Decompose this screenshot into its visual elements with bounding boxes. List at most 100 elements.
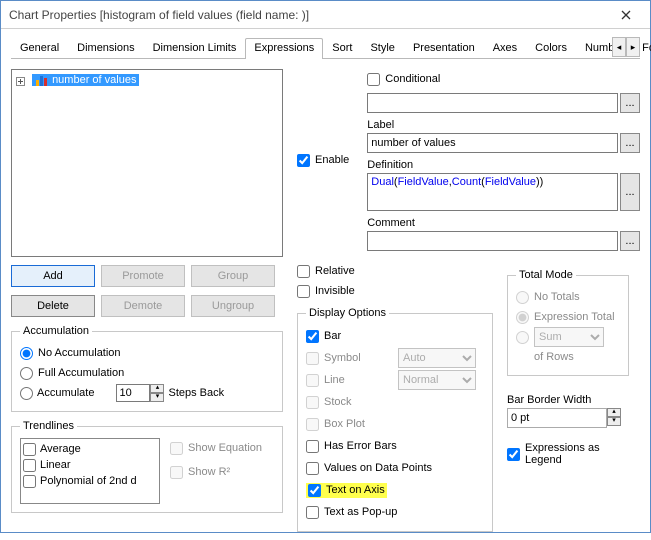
conditional-label: Conditional: [385, 73, 440, 85]
enable-label: Enable: [315, 154, 349, 166]
line-label: Line: [324, 374, 345, 386]
demote-button: Demote: [101, 295, 185, 317]
values-check[interactable]: [306, 462, 319, 475]
trend-linear-check[interactable]: [23, 459, 36, 472]
ungroup-button: Ungroup: [191, 295, 275, 317]
comment-input[interactable]: [367, 231, 618, 251]
trend-item-label: Linear: [40, 459, 71, 471]
trendlines-legend: Trendlines: [20, 420, 77, 432]
total-mode-group: Total Mode No Totals Expression Total Su…: [507, 269, 629, 376]
label-input[interactable]: [367, 133, 618, 153]
steps-down[interactable]: ▾: [150, 393, 164, 402]
text-on-axis-check[interactable]: [308, 484, 321, 497]
tab-presentation[interactable]: Presentation: [404, 38, 484, 59]
steps-back-label: Steps Back: [168, 387, 224, 399]
total-mode-legend: Total Mode: [516, 269, 576, 281]
invisible-check[interactable]: [297, 285, 310, 298]
boxplot-check: [306, 418, 319, 431]
conditional-browse[interactable]: ...: [620, 93, 640, 113]
expr-legend-check[interactable]: [507, 448, 520, 461]
tree-node[interactable]: number of values: [32, 74, 139, 86]
show-r2-check: [170, 466, 183, 479]
conditional-input[interactable]: [367, 93, 618, 113]
close-button[interactable]: [606, 5, 646, 25]
bar-check[interactable]: [306, 330, 319, 343]
tree-node-label: number of values: [52, 74, 136, 86]
show-r2-label: Show R²: [188, 466, 230, 478]
barchart-icon: [35, 74, 49, 86]
enable-check[interactable]: [297, 154, 310, 167]
display-options-group: Display Options Bar SymbolAuto LineNorma…: [297, 307, 493, 532]
border-down[interactable]: ▾: [607, 417, 621, 426]
border-up[interactable]: ▴: [607, 408, 621, 417]
steps-up[interactable]: ▴: [150, 384, 164, 393]
tab-strip: General Dimensions Dimension Limits Expr…: [11, 37, 640, 59]
symbol-label: Symbol: [324, 352, 361, 364]
tree-expand-icon[interactable]: [16, 77, 25, 86]
comment-browse[interactable]: ...: [620, 231, 640, 251]
text-popup-check[interactable]: [306, 506, 319, 519]
tab-axes[interactable]: Axes: [484, 38, 526, 59]
boxplot-label: Box Plot: [324, 418, 365, 430]
expr-legend-label: Expressions as Legend: [525, 442, 629, 466]
accumulate-radio[interactable]: [20, 387, 33, 400]
invisible-label: Invisible: [315, 285, 355, 297]
tab-dimensions[interactable]: Dimensions: [68, 38, 143, 59]
full-accumulation-label: Full Accumulation: [38, 367, 124, 379]
bar-label: Bar: [324, 330, 341, 342]
label-browse[interactable]: ...: [620, 133, 640, 153]
symbol-check: [306, 352, 319, 365]
no-totals-radio: [516, 291, 529, 304]
trend-average-check[interactable]: [23, 443, 36, 456]
conditional-check[interactable]: [367, 73, 380, 86]
accumulation-legend: Accumulation: [20, 325, 92, 337]
stock-label: Stock: [324, 396, 352, 408]
bar-border-label: Bar Border Width: [507, 394, 629, 406]
relative-label: Relative: [315, 265, 355, 277]
trendlines-group: Trendlines Average Linear Polynomial of …: [11, 420, 283, 513]
delete-button[interactable]: Delete: [11, 295, 95, 317]
tab-expressions[interactable]: Expressions: [245, 38, 323, 59]
tab-style[interactable]: Style: [361, 38, 403, 59]
bar-border-input[interactable]: [507, 408, 607, 428]
show-equation-check: [170, 442, 183, 455]
tab-nav-right[interactable]: ▸: [626, 37, 640, 57]
errorbars-check[interactable]: [306, 440, 319, 453]
values-label: Values on Data Points: [324, 462, 432, 474]
relative-check[interactable]: [297, 265, 310, 278]
label-label: Label: [367, 119, 640, 131]
of-rows-label: of Rows: [534, 351, 574, 363]
full-accumulation-radio[interactable]: [20, 367, 33, 380]
no-totals-label: No Totals: [534, 291, 580, 303]
steps-input[interactable]: [116, 384, 150, 402]
tab-nav-left[interactable]: ◂: [612, 37, 626, 57]
tab-dimension-limits[interactable]: Dimension Limits: [144, 38, 246, 59]
trendlines-list[interactable]: Average Linear Polynomial of 2nd d: [20, 438, 160, 504]
line-check: [306, 374, 319, 387]
expression-tree[interactable]: number of values: [11, 69, 283, 257]
display-options-legend: Display Options: [306, 307, 389, 319]
symbol-select: Auto: [398, 348, 476, 368]
comment-label: Comment: [367, 217, 640, 229]
no-accumulation-label: No Accumulation: [38, 347, 121, 359]
definition-label: Definition: [367, 159, 640, 171]
trend-item-label: Polynomial of 2nd d: [40, 475, 137, 487]
definition-browse[interactable]: ...: [620, 173, 640, 211]
no-accumulation-radio[interactable]: [20, 347, 33, 360]
group-button: Group: [191, 265, 275, 287]
window-title: Chart Properties [histogram of field val…: [9, 8, 606, 22]
text-on-axis-label: Text on Axis: [326, 484, 385, 496]
tab-general[interactable]: General: [11, 38, 68, 59]
tab-sort[interactable]: Sort: [323, 38, 361, 59]
definition-input[interactable]: Dual(FieldValue,Count(FieldValue)): [367, 173, 618, 211]
accumulation-group: Accumulation No Accumulation Full Accumu…: [11, 325, 283, 412]
stock-check: [306, 396, 319, 409]
trend-poly2-check[interactable]: [23, 475, 36, 488]
accumulate-label: Accumulate: [37, 387, 94, 399]
text-popup-label: Text as Pop-up: [324, 506, 397, 518]
expr-total-label: Expression Total: [534, 311, 615, 323]
add-button[interactable]: Add: [11, 265, 95, 287]
sum-radio: [516, 331, 529, 344]
tab-colors[interactable]: Colors: [526, 38, 576, 59]
show-equation-label: Show Equation: [188, 442, 262, 454]
